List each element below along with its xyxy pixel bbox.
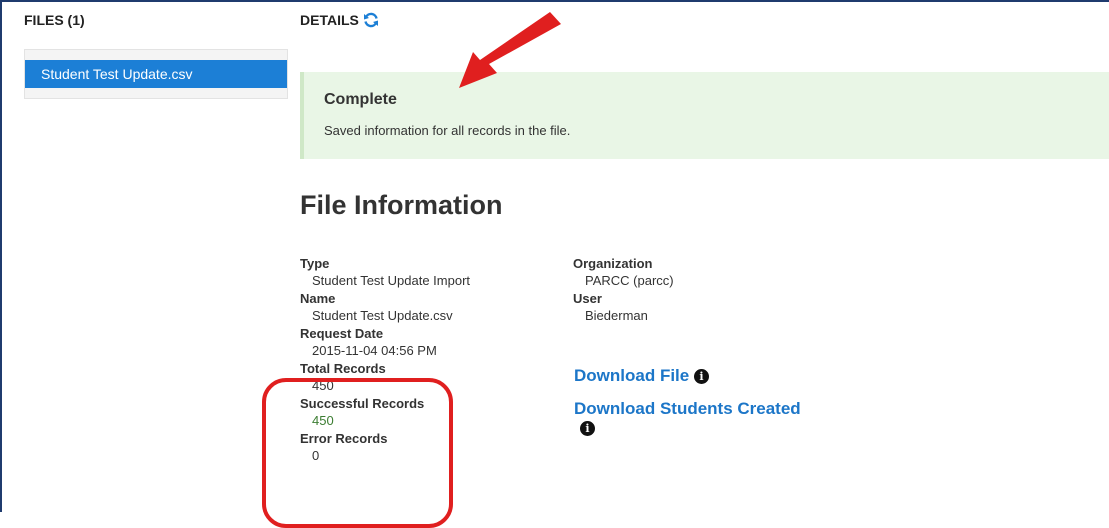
refresh-icon[interactable] xyxy=(363,12,379,28)
details-header-label: DETAILS xyxy=(300,12,359,28)
annotation-highlight-box xyxy=(262,378,453,528)
name-label: Name xyxy=(300,291,336,306)
alert-message: Saved information for all records in the… xyxy=(324,123,571,138)
total-records-label: Total Records xyxy=(300,361,386,376)
alert-title: Complete xyxy=(324,91,397,108)
user-label: User xyxy=(573,291,602,306)
download-file-label: Download File xyxy=(574,366,690,385)
status-alert: Complete Saved information for all recor… xyxy=(300,72,1109,159)
details-header: DETAILS xyxy=(300,12,379,28)
file-item-student-test-update[interactable]: Student Test Update.csv xyxy=(25,60,287,88)
user-value: Biederman xyxy=(585,308,648,323)
annotation-arrow xyxy=(459,12,561,88)
download-students-created-link[interactable]: Download Students Created xyxy=(574,399,801,419)
file-info-right-column: Organization PARCC (parcc) User Biederma… xyxy=(573,255,674,325)
type-value: Student Test Update Import xyxy=(312,273,471,288)
name-value: Student Test Update.csv xyxy=(312,308,453,323)
files-list: Student Test Update.csv xyxy=(24,49,288,99)
organization-value: PARCC (parcc) xyxy=(585,273,674,288)
info-icon[interactable]: i xyxy=(580,421,595,436)
request-date-label: Request Date xyxy=(300,326,384,341)
section-title: File Information xyxy=(300,190,503,220)
download-file-link[interactable]: Download File i xyxy=(574,366,709,386)
organization-label: Organization xyxy=(573,256,653,271)
files-header: FILES (1) xyxy=(24,12,85,28)
type-label: Type xyxy=(300,256,330,271)
request-date-value: 2015-11-04 04:56 PM xyxy=(312,343,437,358)
download-students-created-label: Download Students Created xyxy=(574,399,801,418)
info-icon[interactable]: i xyxy=(693,369,709,385)
